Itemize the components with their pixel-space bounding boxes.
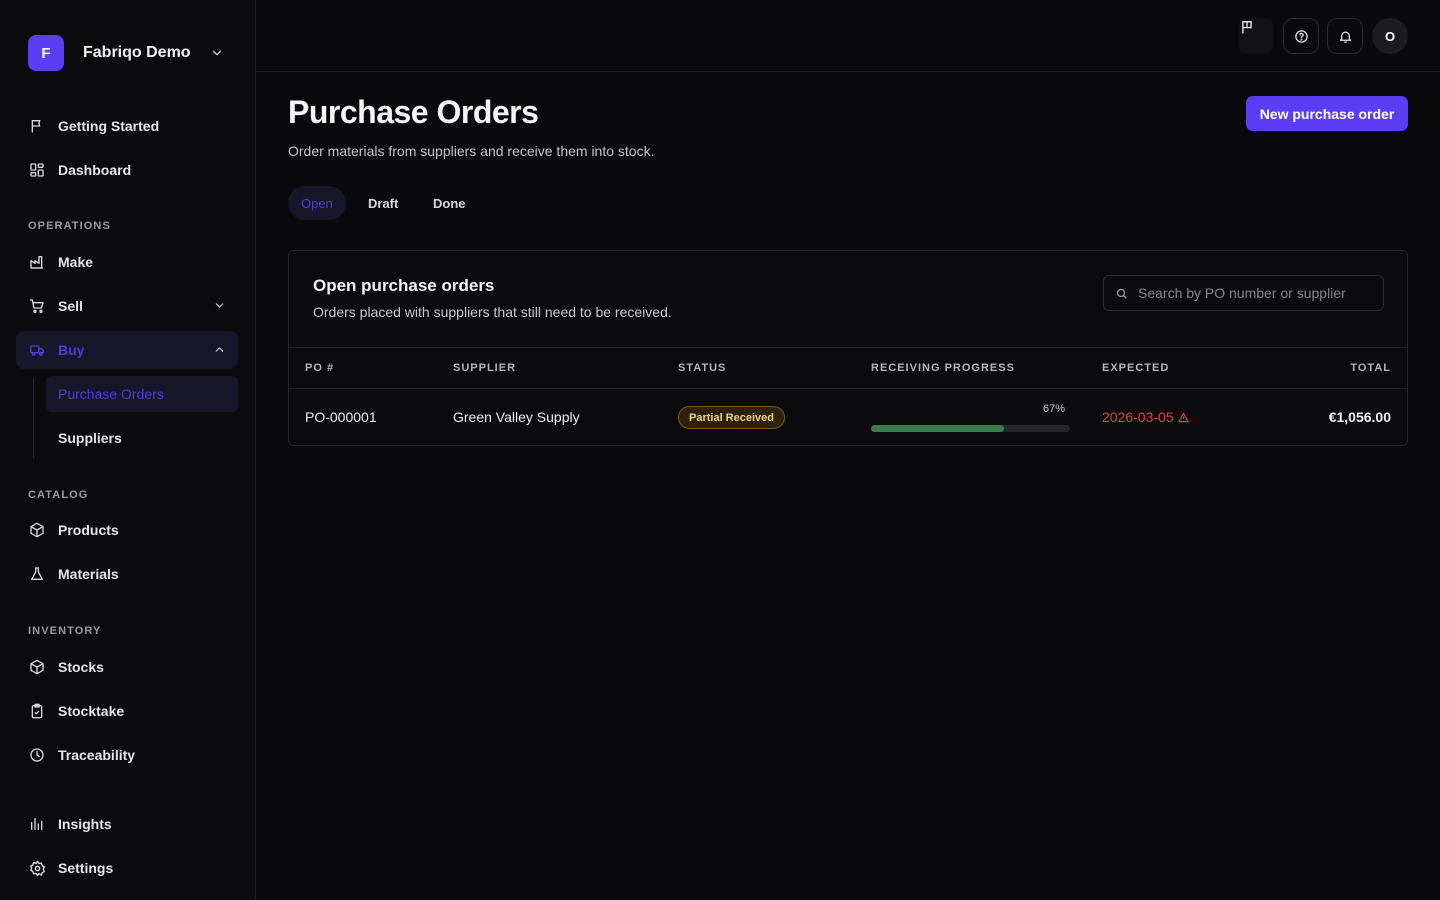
expected-date-text: 2026-03-05	[1102, 409, 1174, 425]
section-operations: OPERATIONS	[28, 220, 111, 232]
dashboard-icon	[28, 161, 46, 179]
chevron-down-icon	[210, 46, 224, 60]
table-row[interactable]: PO-000001 Green Valley Supply Partial Re…	[289, 389, 1407, 445]
expected-date: 2026-03-05	[1102, 409, 1189, 425]
progress-bar-fill	[871, 425, 1005, 432]
workspace-name: Fabriqo Demo	[83, 44, 191, 61]
po-number[interactable]: PO-000001	[305, 409, 377, 425]
nav-stocktake[interactable]: Stocktake	[16, 692, 238, 730]
page-title: Purchase Orders	[288, 94, 539, 130]
section-catalog: CATALOG	[28, 489, 89, 501]
nav-label: Stocks	[58, 659, 104, 675]
card-subtitle: Orders placed with suppliers that still …	[313, 304, 672, 320]
progress-bar	[871, 425, 1070, 432]
help-icon	[1294, 29, 1309, 44]
topbar: O	[256, 0, 1440, 72]
status-badge: Partial Received	[678, 406, 785, 429]
nav-label: Products	[58, 522, 119, 538]
nav-buy[interactable]: Buy	[16, 331, 238, 369]
notifications-button[interactable]	[1327, 18, 1363, 54]
user-avatar[interactable]: O	[1372, 18, 1408, 54]
open-orders-card: Open purchase orders Orders placed with …	[288, 250, 1408, 446]
nav-label: Traceability	[58, 747, 136, 763]
nav-settings[interactable]: Settings	[16, 849, 238, 887]
nav-label: Sell	[58, 298, 83, 314]
flag-icon	[1240, 20, 1254, 34]
progress-percent: 67%	[1043, 403, 1066, 415]
nav-sell[interactable]: Sell	[16, 287, 238, 325]
chevron-down-icon	[213, 299, 226, 312]
section-inventory: INVENTORY	[28, 625, 102, 637]
truck-icon	[28, 341, 46, 359]
nav-insights[interactable]: Insights	[16, 805, 238, 843]
nav-dashboard[interactable]: Dashboard	[16, 151, 238, 189]
search-input[interactable]	[1138, 285, 1378, 301]
clipboard-check-icon	[28, 702, 46, 720]
nav-label: Stocktake	[58, 703, 125, 719]
nav-traceability[interactable]: Traceability	[16, 736, 238, 774]
bar-chart-icon	[28, 815, 46, 833]
tab-done[interactable]: Done	[420, 186, 479, 220]
tab-draft[interactable]: Draft	[355, 186, 411, 220]
nav-make[interactable]: Make	[16, 243, 238, 281]
cart-icon	[28, 297, 46, 315]
flask-icon	[28, 565, 46, 583]
sidebar: F Fabriqo Demo Getting Started Dashboard…	[0, 0, 256, 900]
column-header-receiving-progress[interactable]: RECEIVING PROGRESS	[871, 362, 1015, 374]
box-icon	[28, 521, 46, 539]
warning-icon	[1177, 412, 1189, 423]
nav-materials[interactable]: Materials	[16, 555, 238, 593]
card-title: Open purchase orders	[313, 276, 495, 295]
nav-label: Materials	[58, 566, 119, 582]
nav-label: Getting Started	[58, 118, 160, 134]
nav-label: Buy	[58, 342, 85, 358]
nav-label: Dashboard	[58, 162, 132, 178]
column-header-expected[interactable]: EXPECTED	[1102, 362, 1169, 374]
nav-label: Insights	[58, 816, 112, 832]
flag-icon	[28, 117, 46, 135]
nav-stocks[interactable]: Stocks	[16, 648, 238, 686]
nav-getting-started[interactable]: Getting Started	[16, 107, 238, 145]
nav-purchase-orders[interactable]: Purchase Orders	[46, 376, 238, 412]
new-purchase-order-button[interactable]: New purchase order	[1246, 96, 1408, 131]
gear-icon	[28, 859, 46, 877]
column-header-status[interactable]: STATUS	[678, 362, 726, 374]
chevron-up-icon	[213, 343, 226, 356]
workspace-switcher[interactable]: F Fabriqo Demo	[28, 35, 228, 71]
workspace-logo: F	[28, 35, 64, 71]
nav-products[interactable]: Products	[16, 511, 238, 549]
flag-button[interactable]	[1238, 18, 1274, 54]
search-box	[1103, 275, 1384, 311]
cube-icon	[28, 658, 46, 676]
nav-label: Settings	[58, 860, 114, 876]
column-header-total[interactable]: TOTAL	[1350, 362, 1391, 374]
bell-icon	[1338, 29, 1353, 44]
page-subtitle: Order materials from suppliers and recei…	[288, 143, 655, 159]
tab-open[interactable]: Open	[288, 186, 346, 220]
supplier-name: Green Valley Supply	[453, 409, 580, 425]
nav-label: Make	[58, 254, 94, 270]
submenu-guide	[33, 378, 34, 458]
nav-suppliers[interactable]: Suppliers	[46, 420, 238, 456]
clock-icon	[28, 746, 46, 764]
column-header-po[interactable]: PO #	[305, 362, 334, 374]
help-button[interactable]	[1283, 18, 1319, 54]
table-header: PO # SUPPLIER STATUS RECEIVING PROGRESS …	[289, 347, 1407, 389]
column-header-supplier[interactable]: SUPPLIER	[453, 362, 516, 374]
order-total: €1,056.00	[1328, 409, 1391, 425]
search-icon	[1115, 287, 1128, 300]
factory-icon	[28, 253, 46, 271]
